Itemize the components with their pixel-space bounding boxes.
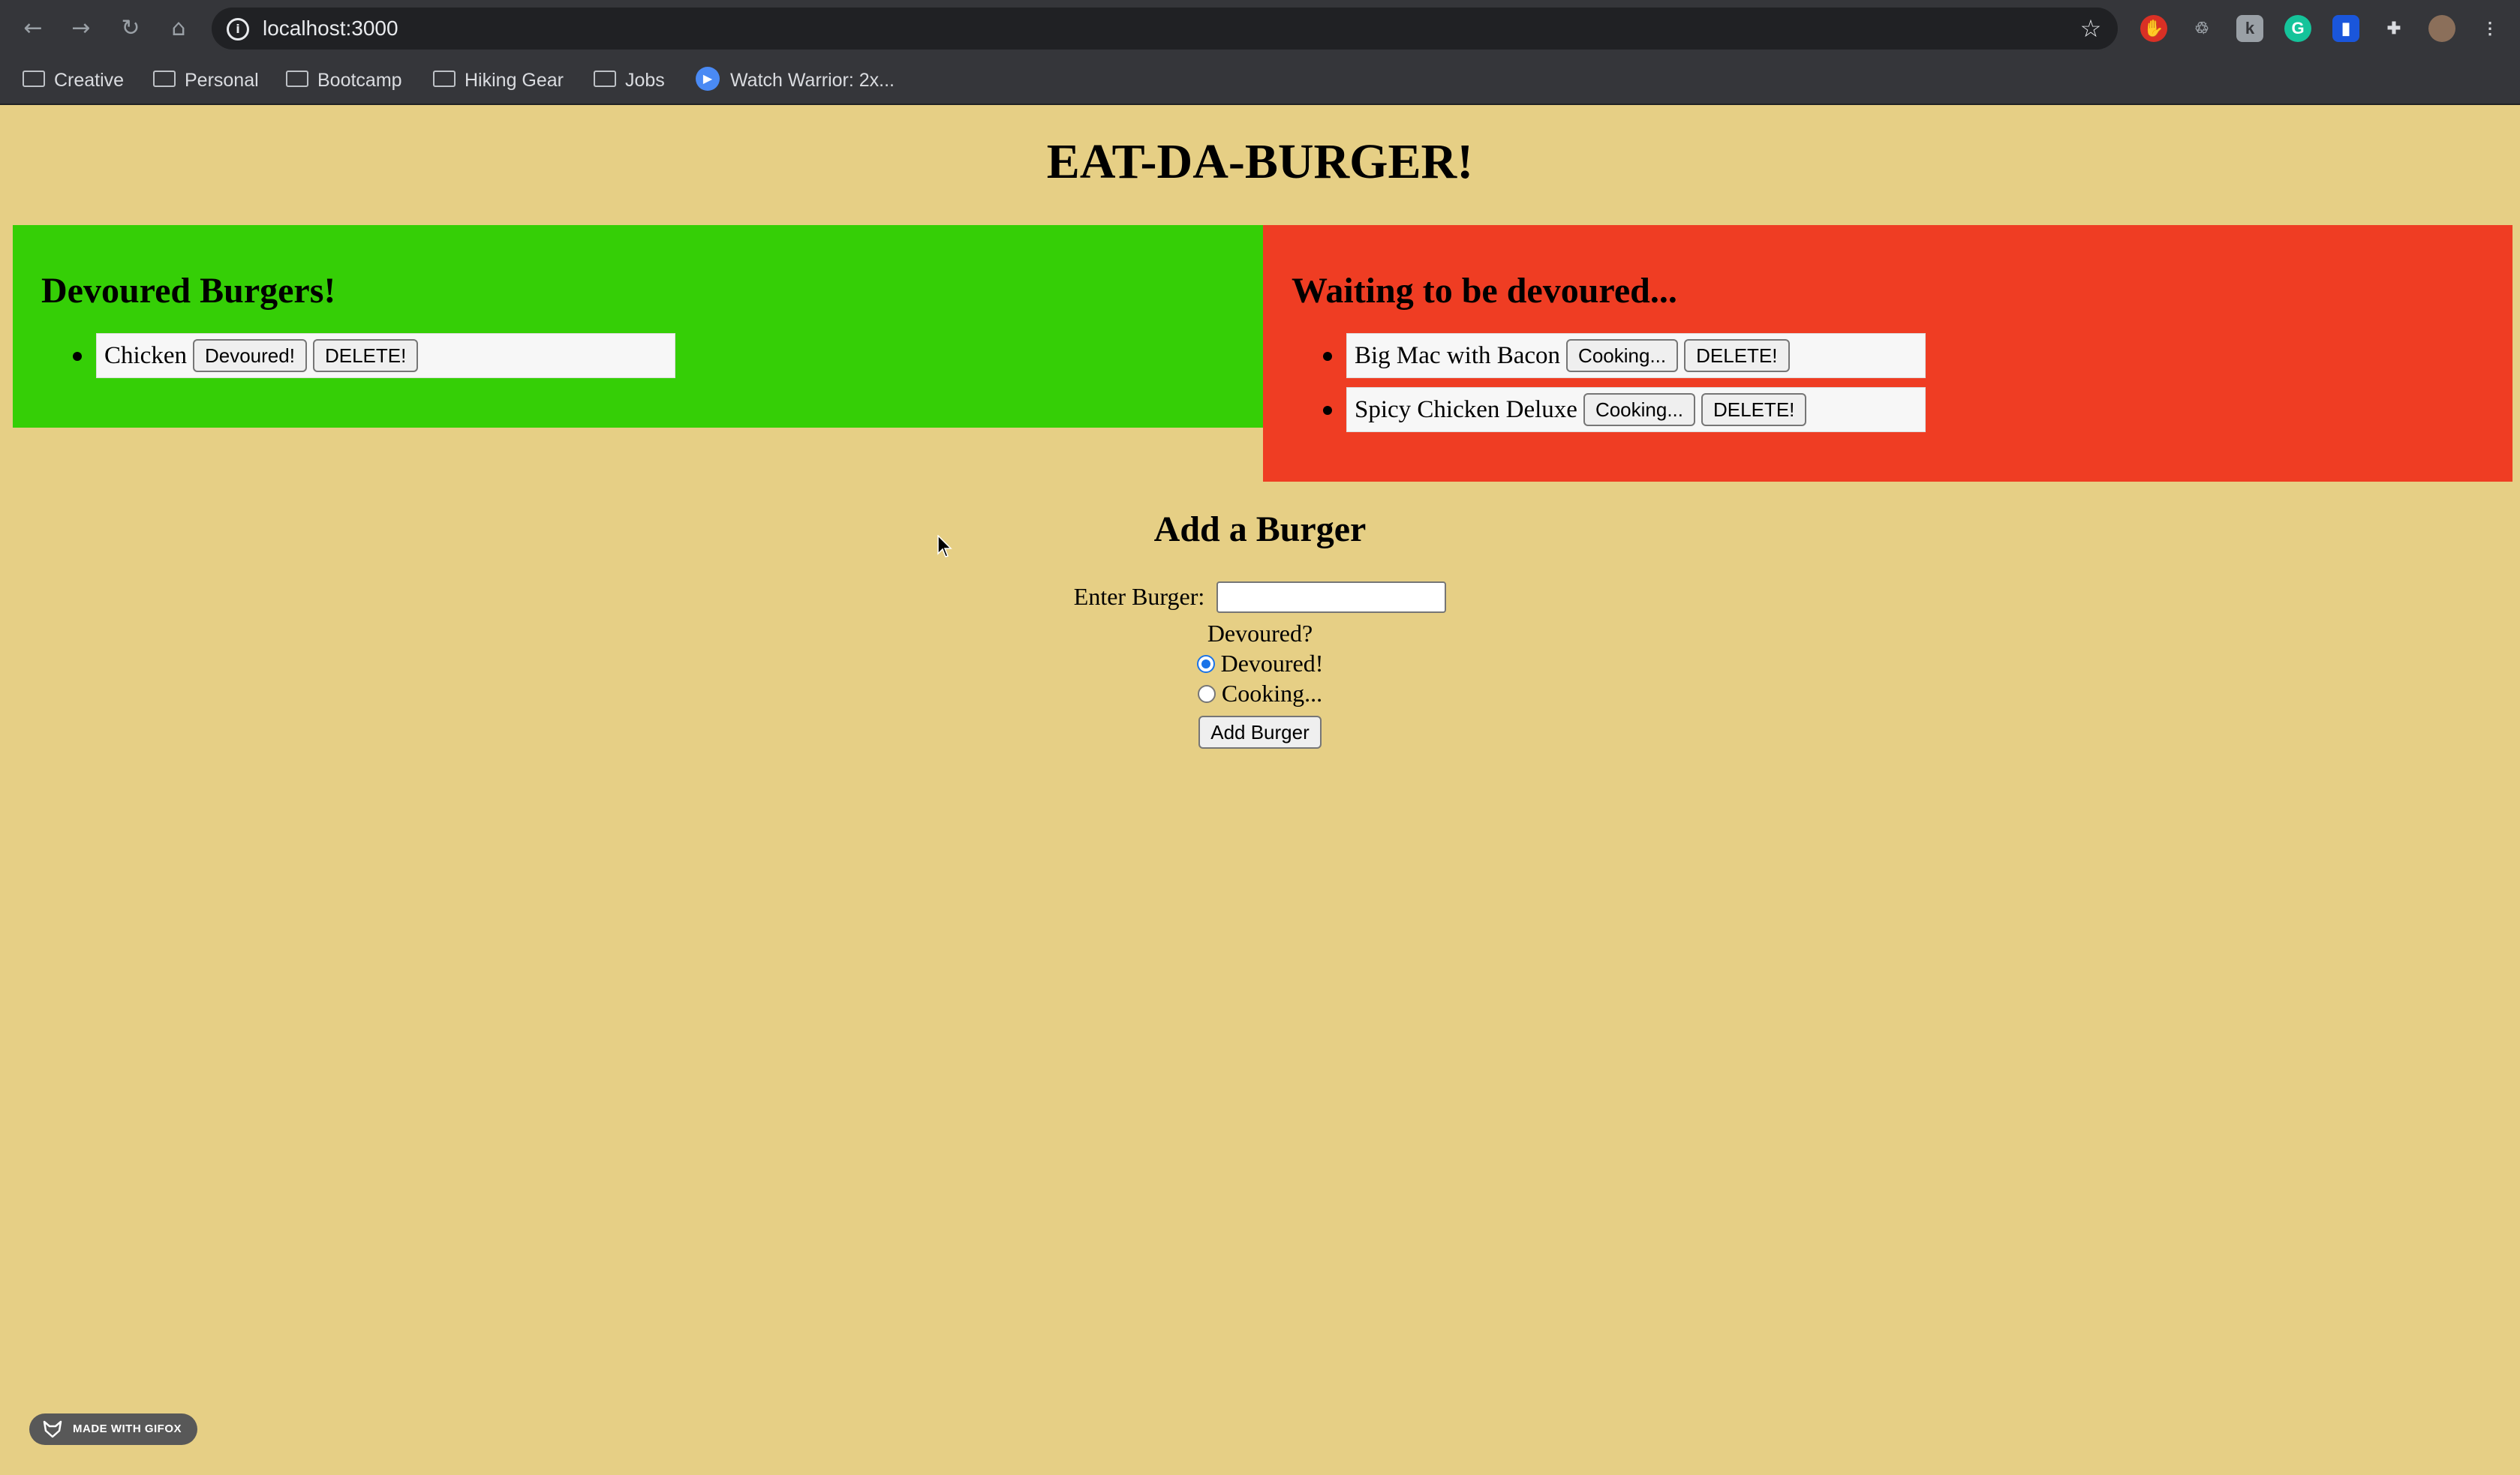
bookmark-folder-bootcamp[interactable]: Bootcamp (286, 57, 402, 104)
add-burger-button[interactable]: Add Burger (1198, 716, 1322, 749)
extensions-puzzle-icon[interactable]: ✚ (2380, 15, 2407, 42)
radio-option-cooking[interactable]: Cooking... (0, 680, 2520, 707)
grammarly-extension-icon[interactable]: G (2284, 15, 2311, 42)
folder-icon (286, 71, 308, 88)
devoured-panel: Devoured Burgers! Chicken Devoured! DELE… (13, 225, 1263, 428)
reload-icon[interactable]: ↻ (116, 14, 146, 44)
devoured-question: Devoured? (1207, 620, 1313, 647)
blue-extension-icon[interactable]: ▮ (2332, 15, 2359, 42)
site-info-icon[interactable]: i (227, 18, 249, 41)
waiting-list: Big Mac with Bacon Cooking... DELETE! Sp… (1278, 333, 2512, 432)
delete-button[interactable]: DELETE! (312, 339, 419, 372)
play-icon: ▶ (696, 67, 720, 92)
back-icon[interactable]: ← (18, 14, 48, 44)
folder-icon (594, 71, 616, 88)
cooking-button[interactable]: Cooking... (1583, 393, 1696, 426)
devoured-button[interactable]: Devoured! (192, 339, 307, 372)
bookmark-watch-warrior[interactable]: ▶ Watch Warrior: 2x... (696, 57, 895, 104)
bullet-icon (73, 352, 82, 361)
forward-icon[interactable]: → (66, 14, 96, 44)
submit-row: Add Burger (0, 716, 2520, 749)
list-item: Big Mac with Bacon Cooking... DELETE! (1323, 333, 1926, 378)
profile-avatar-icon[interactable] (2428, 15, 2455, 42)
burger-name: Big Mac with Bacon (1355, 341, 1561, 369)
cooking-radio[interactable] (1197, 684, 1216, 703)
adblock-extension-icon[interactable]: ✋ (2140, 15, 2167, 42)
waiting-heading: Waiting to be devoured... (1292, 271, 1677, 311)
bookmark-star-icon[interactable]: ☆ (2076, 14, 2106, 44)
waiting-panel: Waiting to be devoured... Big Mac with B… (1263, 225, 2512, 482)
devoured-heading: Devoured Burgers! (41, 271, 336, 311)
gifox-fox-icon (43, 1420, 62, 1438)
bookmark-folder-personal[interactable]: Personal (153, 57, 259, 104)
folder-icon (23, 71, 45, 88)
gifox-watermark: MADE WITH GIFOX (29, 1413, 197, 1445)
folder-icon (153, 71, 176, 88)
page-title: EAT-DA-BURGER! (1046, 134, 1474, 189)
burger-name-input[interactable] (1216, 581, 1447, 613)
bullet-icon (1323, 352, 1332, 361)
address-url[interactable]: localhost:3000 (263, 8, 398, 50)
home-icon[interactable]: ⌂ (164, 14, 194, 44)
add-burger-heading: Add a Burger (1153, 509, 1367, 549)
delete-button[interactable]: DELETE! (1684, 339, 1790, 372)
bookmark-folder-jobs[interactable]: Jobs (594, 57, 665, 104)
burger-name: Spicy Chicken Deluxe (1355, 395, 1577, 423)
burger-name: Chicken (104, 341, 187, 369)
cooking-radio-label: Cooking... (1221, 680, 1323, 707)
bookmarks-bar: Creative Personal Bootcamp Hiking Gear J… (0, 57, 2520, 105)
browser-menu-icon[interactable]: ⋮ (2476, 15, 2503, 42)
k-extension-icon[interactable]: k (2236, 15, 2263, 42)
list-item: Spicy Chicken Deluxe Cooking... DELETE! (1323, 387, 1926, 432)
folder-icon (433, 71, 456, 88)
devoured-list: Chicken Devoured! DELETE! (28, 333, 1263, 378)
delete-button[interactable]: DELETE! (1701, 393, 1807, 426)
list-item: Chicken Devoured! DELETE! (73, 333, 675, 378)
cooking-button[interactable]: Cooking... (1566, 339, 1679, 372)
address-bar[interactable]: i localhost:3000 ☆ (212, 8, 2118, 50)
gifox-label: MADE WITH GIFOX (73, 1422, 182, 1435)
mouse-cursor-icon (937, 535, 952, 557)
bullet-icon (1323, 406, 1332, 415)
devoured-radio[interactable] (1196, 654, 1215, 673)
burger-input-row: Enter Burger: (0, 581, 2520, 613)
enter-burger-label: Enter Burger: (1073, 583, 1205, 611)
devoured-radio-label: Devoured! (1220, 650, 1324, 677)
bookmark-folder-creative[interactable]: Creative (23, 57, 124, 104)
recycle-extension-icon[interactable]: ♲ (2188, 15, 2215, 42)
bookmark-folder-hiking-gear[interactable]: Hiking Gear (433, 57, 564, 104)
browser-toolbar: ← → ↻ ⌂ i localhost:3000 ☆ ✋ ♲ k G ▮ ✚ ⋮ (0, 0, 2520, 57)
radio-option-devoured[interactable]: Devoured! (0, 650, 2520, 677)
